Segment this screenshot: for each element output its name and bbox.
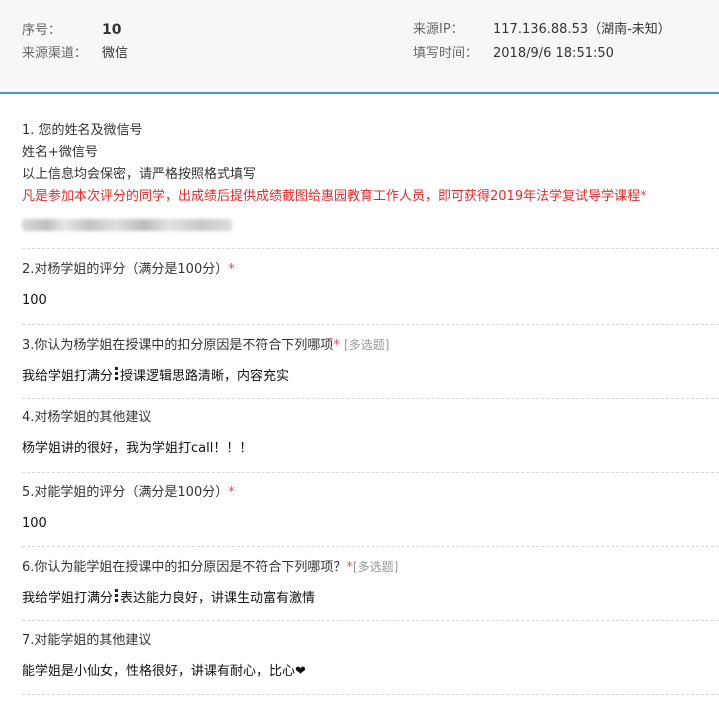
redacted-answer — [22, 219, 232, 231]
divider — [22, 694, 719, 695]
question-title: 7.对能学姐的其他建议 — [22, 633, 152, 648]
response-header: 序号： 10 来源渠道： 微信 来源IP： 117.136.88.53（湖南-未知） … — [0, 0, 719, 94]
divider — [22, 324, 719, 325]
question-1: 1. 您的姓名及微信号 姓名+微信号 以上信息均会保密，请严格按照格式填写 凡是… — [22, 120, 719, 208]
option-separator — [115, 367, 119, 382]
channel-value: 微信 — [102, 46, 129, 61]
header-left: 序号： 10 来源渠道： 微信 — [22, 18, 128, 66]
serial-value: 10 — [102, 22, 122, 38]
question-2: 2.对杨学姐的评分（满分是100分）* 100 — [22, 259, 719, 312]
divider — [22, 620, 719, 621]
answer-option: 表达能力良好，讲课生动富有激情 — [120, 591, 316, 606]
answer-option: 我给学姐打满分 — [22, 591, 114, 606]
time-value: 2018/9/6 18:51:50 — [493, 46, 614, 61]
answer-option: 授课逻辑思路清晰，内容充实 — [120, 369, 290, 384]
required-mark: * — [333, 338, 340, 353]
required-mark: * — [228, 262, 235, 277]
serial-label: 序号： — [22, 23, 62, 38]
question-title: 2.对杨学姐的评分（满分是100分） — [22, 262, 229, 277]
question-4: 4.对杨学姐的其他建议 杨学姐讲的很好，我为学姐打call！！！ — [22, 407, 719, 460]
question-title: 5.对能学姐的评分（满分是100分） — [22, 485, 229, 500]
question-answer: 能学姐是小仙女，性格很好，讲课有耐心，比心❤ — [22, 664, 306, 679]
question-type-tag: [多选题] — [352, 560, 399, 574]
required-mark: * — [228, 485, 235, 500]
question-answer: 100 — [22, 516, 47, 531]
question-answer: 杨学姐讲的很好，我为学姐打call！！！ — [22, 441, 253, 456]
question-6: 6.你认为能学姐在授课中的扣分原因是不符合下列哪项？*[多选题] 我给学姐打满分… — [22, 556, 719, 610]
question-note: 姓名+微信号 — [22, 145, 98, 160]
question-title: 3.你认为杨学姐在授课中的扣分原因是不符合下列哪项 — [22, 338, 334, 353]
divider — [22, 248, 719, 249]
divider — [22, 472, 719, 473]
question-type-tag: [多选题] — [344, 338, 390, 352]
question-note-highlight: 凡是参加本次评分的同学，出成绩后提供成绩截图给惠园教育工作人员，即可获得2019… — [22, 189, 641, 204]
header-right: 来源IP： 117.136.88.53（湖南-未知） 填写时间： 2018/9/6 … — [413, 18, 671, 66]
channel-label: 来源渠道： — [22, 46, 88, 61]
question-title: 1. 您的姓名及微信号 — [22, 123, 143, 138]
required-mark: * — [640, 189, 647, 204]
divider — [22, 546, 719, 547]
option-separator — [115, 589, 119, 604]
question-note: 以上信息均会保密，请严格按照格式填写 — [22, 167, 257, 182]
divider — [22, 398, 719, 399]
question-7: 7.对能学姐的其他建议 能学姐是小仙女，性格很好，讲课有耐心，比心❤ — [22, 630, 719, 683]
question-answer: 100 — [22, 293, 47, 308]
answer-option: 我给学姐打满分 — [22, 369, 114, 384]
question-3: 3.你认为杨学姐在授课中的扣分原因是不符合下列哪项* [多选题] 我给学姐打满分… — [22, 334, 719, 388]
question-title: 6.你认为能学姐在授课中的扣分原因是不符合下列哪项？ — [22, 560, 347, 575]
ip-value: 117.136.88.53（湖南-未知） — [493, 22, 671, 37]
question-5: 5.对能学姐的评分（满分是100分）* 100 — [22, 482, 719, 535]
time-label: 填写时间： — [413, 46, 479, 61]
question-title: 4.对杨学姐的其他建议 — [22, 410, 152, 425]
ip-label: 来源IP： — [413, 22, 464, 37]
